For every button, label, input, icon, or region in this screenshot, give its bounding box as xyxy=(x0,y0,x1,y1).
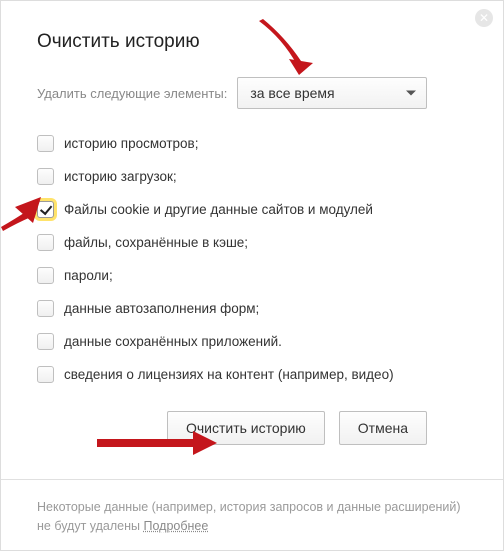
checkbox[interactable] xyxy=(37,333,54,350)
close-icon[interactable]: ✕ xyxy=(475,9,493,27)
option-label: Файлы cookie и другие данные сайтов и мо… xyxy=(64,202,373,217)
time-range-row: Удалить следующие элементы: за все время xyxy=(37,77,467,109)
option-label: историю просмотров; xyxy=(64,136,198,151)
checkbox[interactable] xyxy=(37,300,54,317)
time-range-value: за все время xyxy=(250,85,334,101)
options-list: историю просмотров; историю загрузок; Файл… xyxy=(37,135,467,383)
clear-history-dialog: ✕ Очистить историю Удалить следующие эле… xyxy=(1,1,503,479)
footer-text: Некоторые данные (например, история запр… xyxy=(37,500,461,533)
option-row[interactable]: историю загрузок; xyxy=(37,168,467,185)
option-label: пароли; xyxy=(64,268,113,283)
footer-link[interactable]: Подробнее xyxy=(143,519,208,533)
option-row[interactable]: Файлы cookie и другие данные сайтов и мо… xyxy=(37,201,467,218)
checkbox[interactable] xyxy=(37,168,54,185)
option-row[interactable]: файлы, сохранённые в кэше; xyxy=(37,234,467,251)
option-row[interactable]: пароли; xyxy=(37,267,467,284)
clear-button[interactable]: Очистить историю xyxy=(167,411,325,445)
option-label: файлы, сохранённые в кэше; xyxy=(64,235,248,250)
time-range-select[interactable]: за все время xyxy=(237,77,427,109)
checkbox[interactable] xyxy=(37,234,54,251)
checkbox[interactable] xyxy=(37,135,54,152)
option-label: данные сохранённых приложений. xyxy=(64,334,282,349)
option-row[interactable]: сведения о лицензиях на контент (наприме… xyxy=(37,366,467,383)
dialog-buttons: Очистить историю Отмена xyxy=(37,411,467,445)
option-label: историю загрузок; xyxy=(64,169,177,184)
dialog-title: Очистить историю xyxy=(37,31,467,53)
time-range-label: Удалить следующие элементы: xyxy=(37,86,227,101)
chevron-down-icon xyxy=(406,91,416,96)
option-label: данные автозаполнения форм; xyxy=(64,301,259,316)
cancel-button[interactable]: Отмена xyxy=(339,411,427,445)
footer-note: Некоторые данные (например, история запр… xyxy=(1,479,503,556)
option-label: сведения о лицензиях на контент (наприме… xyxy=(64,367,394,382)
option-row[interactable]: историю просмотров; xyxy=(37,135,467,152)
checkbox[interactable] xyxy=(37,201,54,218)
checkbox[interactable] xyxy=(37,267,54,284)
checkbox[interactable] xyxy=(37,366,54,383)
option-row[interactable]: данные сохранённых приложений. xyxy=(37,333,467,350)
option-row[interactable]: данные автозаполнения форм; xyxy=(37,300,467,317)
